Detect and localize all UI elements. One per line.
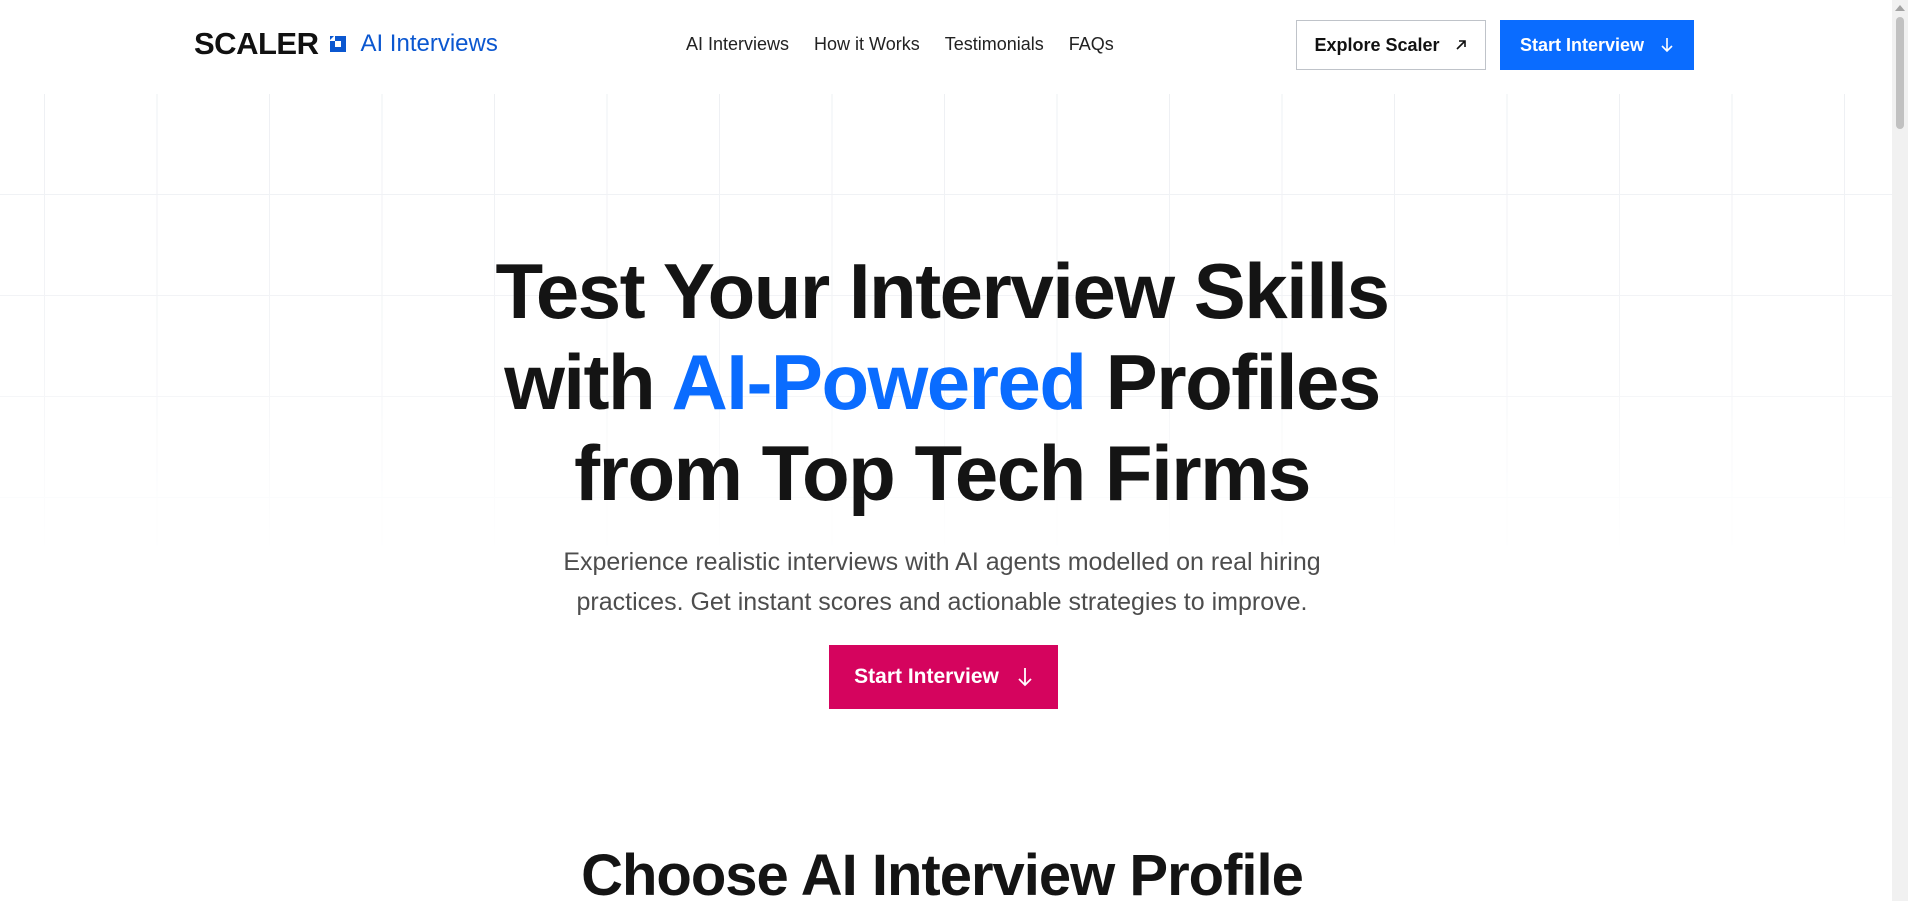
arrow-down-icon [1660, 37, 1674, 53]
page: SCALER AI Interviews AI Interviews How i… [0, 0, 1908, 901]
scaler-logo-mark-icon [326, 32, 350, 56]
start-interview-header-button[interactable]: Start Interview [1500, 20, 1694, 70]
page-scrollbar[interactable] [1892, 0, 1908, 901]
nav-how-it-works[interactable]: How it Works [814, 34, 920, 55]
scroll-up-arrow-icon[interactable] [1895, 5, 1905, 11]
hero-title: Test Your Interview Skills with AI-Power… [0, 246, 1884, 519]
nav-faqs[interactable]: FAQs [1069, 34, 1114, 55]
start-interview-hero-label: Start Interview [854, 665, 999, 688]
hero-title-line-2-pre: with [504, 338, 672, 426]
nav-ai-interviews[interactable]: AI Interviews [686, 34, 789, 55]
site-header: SCALER AI Interviews AI Interviews How i… [0, 0, 1892, 90]
arrow-down-icon [1017, 667, 1033, 687]
section-title: Choose AI Interview Profile [581, 843, 1304, 901]
explore-scaler-label: Explore Scaler [1314, 34, 1440, 55]
nav-testimonials[interactable]: Testimonials [945, 34, 1044, 55]
scroll-thumb[interactable] [1896, 17, 1904, 129]
hero-subtitle: Experience realistic interviews with AI … [0, 542, 1884, 622]
arrow-up-right-icon [1454, 38, 1468, 52]
hero-subtitle-line-1: Experience realistic interviews with AI … [563, 548, 1321, 576]
main-nav: AI Interviews How it Works Testimonials … [686, 34, 1114, 55]
hero-title-accent: AI-Powered [671, 338, 1087, 426]
hero-title-line-3: from Top Tech Firms [574, 429, 1311, 517]
hero-title-line-1: Test Your Interview Skills [495, 247, 1390, 335]
explore-scaler-button[interactable]: Explore Scaler [1296, 20, 1486, 70]
logo-product-name: AI Interviews [360, 30, 498, 57]
hero-subtitle-line-2: practices. Get instant scores and action… [576, 588, 1308, 616]
logo[interactable]: SCALER AI Interviews [194, 26, 498, 62]
logo-wordmark: SCALER [194, 26, 319, 61]
start-interview-header-label: Start Interview [1519, 34, 1645, 55]
start-interview-hero-button[interactable]: Start Interview [829, 645, 1058, 709]
hero-title-line-2-post: Profiles [1085, 338, 1382, 426]
